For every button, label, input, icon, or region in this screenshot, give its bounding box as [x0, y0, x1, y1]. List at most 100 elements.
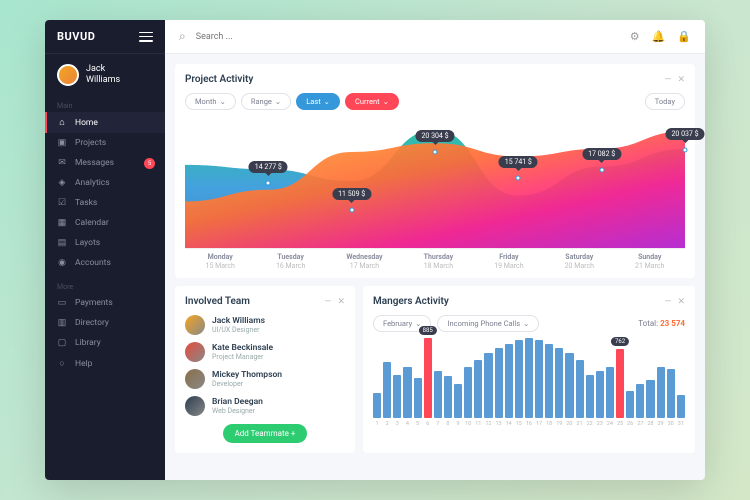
bar[interactable] [373, 393, 381, 418]
main-area: ⌕ ⚙ 🔔 🔒 Project Activity —✕ Month ⌄ Rang… [165, 20, 705, 480]
total-label: Total: 23 574 [638, 319, 685, 328]
member-name: Kate Beckinsale [212, 343, 273, 353]
bar[interactable] [657, 367, 665, 418]
chart-point[interactable] [433, 150, 438, 155]
close-icon[interactable]: ✕ [677, 297, 685, 307]
bar[interactable] [393, 375, 401, 418]
bar[interactable] [606, 367, 614, 418]
chart-point[interactable] [599, 168, 604, 173]
bar[interactable] [515, 340, 523, 418]
sidebar-item-messages[interactable]: ✉Messages5 [45, 153, 165, 173]
x-tick: 20 [565, 421, 573, 427]
nav-icon: ▢ [57, 338, 67, 348]
team-member[interactable]: Brian DeeganWeb Designer [185, 396, 345, 416]
bar[interactable] [505, 344, 513, 418]
bar[interactable] [434, 371, 442, 418]
topbar: ⌕ ⚙ 🔔 🔒 [165, 20, 705, 54]
bar[interactable]: 762 [616, 349, 624, 418]
x-tick: Sunday21 March [635, 253, 664, 271]
filter-last[interactable]: Last ⌄ [296, 93, 340, 110]
sidebar-item-projects[interactable]: ▣Projects [45, 133, 165, 153]
bell-icon[interactable]: 🔔 [652, 30, 666, 43]
x-tick: 23 [596, 421, 604, 427]
member-name: Mickey Thompson [212, 370, 282, 380]
member-name: Brian Deegan [212, 397, 263, 407]
avatar [185, 396, 205, 416]
bar[interactable] [586, 375, 594, 418]
minimize-icon[interactable]: — [664, 297, 671, 307]
bar[interactable] [414, 378, 422, 418]
bar[interactable] [495, 348, 503, 419]
sidebar-item-calendar[interactable]: ▦Calendar [45, 213, 165, 233]
current-user[interactable]: JackWilliams [45, 54, 165, 96]
app-window: BUVUD JackWilliams Main ⌂Home▣Projects✉M… [45, 20, 705, 480]
bar[interactable] [444, 376, 452, 418]
nav-section-label: Main [45, 100, 165, 112]
filter-today[interactable]: Today [645, 93, 685, 110]
chart-point[interactable] [349, 208, 354, 213]
sidebar-item-home[interactable]: ⌂Home [45, 112, 165, 133]
x-tick: 12 [484, 421, 492, 427]
nav-icon: ▭ [57, 298, 67, 308]
bar[interactable] [576, 360, 584, 418]
nav-icon: ◉ [57, 258, 67, 268]
team-member[interactable]: Jack WilliamsUI/UX Designer [185, 315, 345, 335]
sidebar-item-directory[interactable]: ▥Directory [45, 313, 165, 333]
filter-metric[interactable]: Incoming Phone Calls ⌄ [437, 315, 539, 332]
team-member[interactable]: Mickey ThompsonDeveloper [185, 369, 345, 389]
lock-icon[interactable]: 🔒 [677, 30, 691, 43]
sidebar-item-help[interactable]: ○Help [45, 353, 165, 374]
bar[interactable] [454, 384, 462, 418]
chart-point[interactable] [516, 176, 521, 181]
project-activity-card: Project Activity —✕ Month ⌄ Range ⌄ Last… [175, 64, 695, 278]
bar[interactable] [535, 340, 543, 418]
bar[interactable] [545, 344, 553, 418]
bar[interactable] [403, 367, 411, 418]
close-icon[interactable]: ✕ [677, 75, 685, 85]
search-icon[interactable]: ⌕ [179, 29, 186, 44]
bar[interactable] [525, 338, 533, 418]
x-tick: Tuesday16 March [276, 253, 305, 271]
x-tick: Monday15 March [206, 253, 235, 271]
bar[interactable] [596, 371, 604, 418]
gear-icon[interactable]: ⚙ [630, 30, 640, 43]
add-teammate-button[interactable]: Add Teammate + [223, 424, 308, 443]
bar[interactable] [474, 360, 482, 418]
chart-point[interactable] [683, 148, 688, 153]
sidebar-item-library[interactable]: ▢Library [45, 333, 165, 353]
bar[interactable] [383, 362, 391, 418]
filter-month[interactable]: Month ⌄ [185, 93, 236, 110]
chevron-down-icon: ⌄ [275, 97, 281, 106]
nav-icon: ▦ [57, 218, 67, 228]
filter-current[interactable]: Current ⌄ [345, 93, 399, 110]
bar[interactable] [667, 369, 675, 418]
bar[interactable] [636, 384, 644, 418]
x-tick: 30 [667, 421, 675, 427]
chevron-down-icon: ⌄ [324, 97, 330, 106]
bar[interactable] [555, 348, 563, 419]
bar[interactable] [464, 367, 472, 418]
nav-icon: ✉ [57, 158, 67, 168]
x-tick: 18 [545, 421, 553, 427]
chart-point[interactable] [266, 181, 271, 186]
close-icon[interactable]: ✕ [337, 297, 345, 307]
minimize-icon[interactable]: — [664, 75, 671, 85]
sidebar-item-analytics[interactable]: ◈Analytics [45, 173, 165, 193]
sidebar-item-layots[interactable]: ▤Layots [45, 233, 165, 253]
search-input[interactable] [196, 32, 620, 42]
bar[interactable]: 885 [424, 338, 432, 418]
chart-tooltip: 17 082 $ [582, 148, 621, 160]
bar[interactable] [484, 353, 492, 418]
filter-range[interactable]: Range ⌄ [241, 93, 291, 110]
team-member[interactable]: Kate BeckinsaleProject Manager [185, 342, 345, 362]
sidebar-item-accounts[interactable]: ◉Accounts [45, 253, 165, 273]
bar[interactable] [646, 380, 654, 418]
area-chart: 14 277 $11 509 $20 304 $15 741 $17 082 $… [185, 118, 685, 268]
minimize-icon[interactable]: — [324, 297, 331, 307]
bar[interactable] [565, 353, 573, 418]
menu-toggle-icon[interactable] [139, 32, 153, 42]
bar[interactable] [626, 391, 634, 418]
bar[interactable] [677, 395, 685, 419]
sidebar-item-payments[interactable]: ▭Payments [45, 293, 165, 313]
sidebar-item-tasks[interactable]: ☑Tasks [45, 193, 165, 213]
